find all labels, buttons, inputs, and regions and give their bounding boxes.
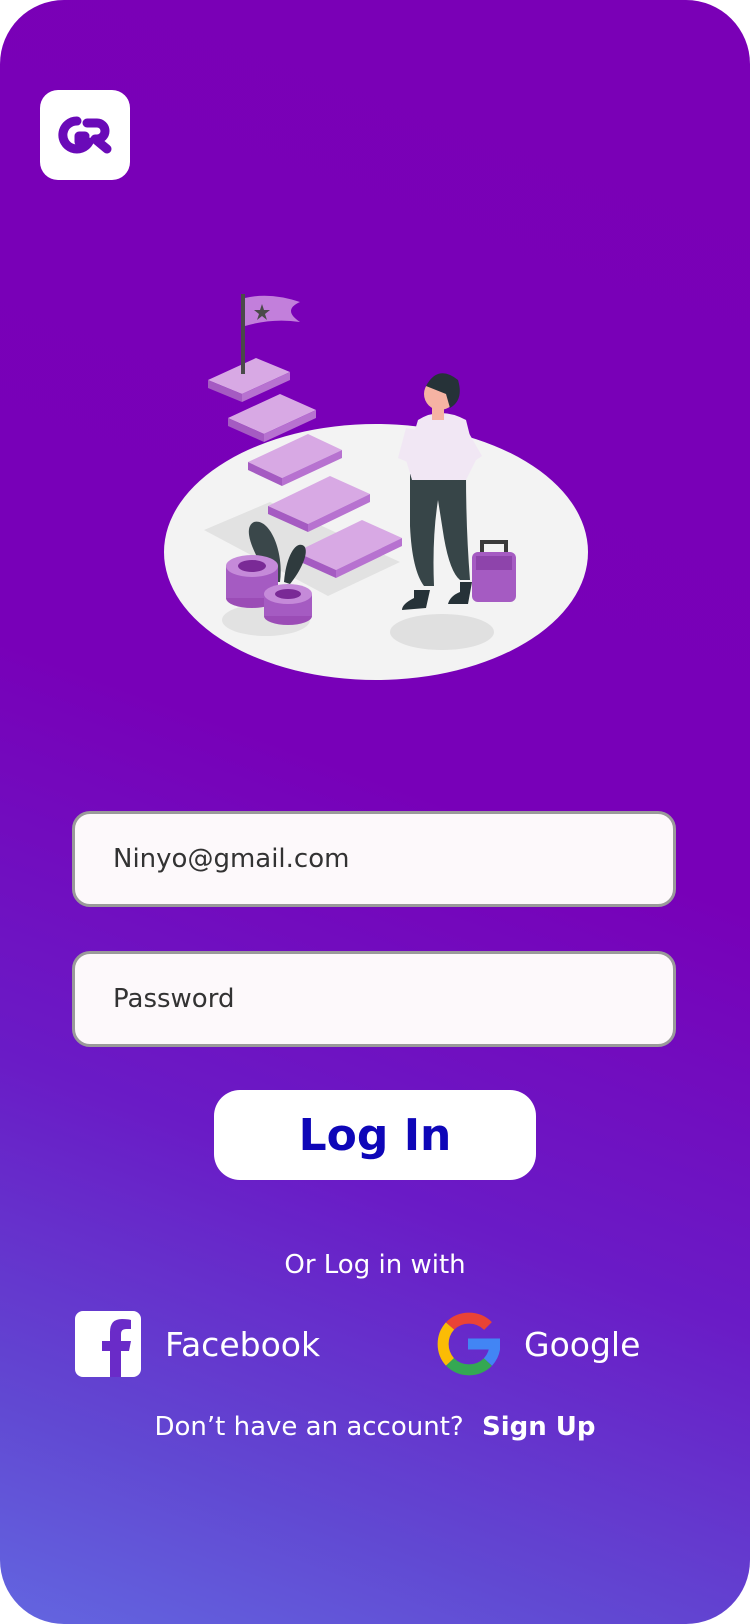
signup-prompt: Don’t have an account? — [154, 1412, 464, 1442]
signup-row: Don’t have an account? Sign Up — [0, 1412, 750, 1442]
email-input[interactable] — [111, 843, 637, 875]
password-field[interactable] — [72, 951, 676, 1047]
signup-link[interactable]: Sign Up — [482, 1412, 596, 1442]
goal-stairs-illustration — [164, 294, 588, 680]
login-screen: Log In Or Log in with Facebook Google Do… — [0, 0, 750, 1624]
google-label: Google — [524, 1324, 641, 1364]
app-logo-icon — [58, 116, 112, 154]
facebook-label: Facebook — [165, 1324, 321, 1364]
app-logo — [40, 90, 130, 180]
email-field[interactable] — [72, 811, 676, 907]
password-input[interactable] — [111, 983, 637, 1015]
alt-login-text: Or Log in with — [284, 1250, 466, 1280]
google-icon — [437, 1312, 500, 1376]
google-login-button[interactable]: Google — [436, 1310, 640, 1378]
facebook-icon — [75, 1311, 141, 1377]
facebook-login-button[interactable]: Facebook — [75, 1310, 320, 1378]
login-button[interactable]: Log In — [214, 1090, 536, 1180]
